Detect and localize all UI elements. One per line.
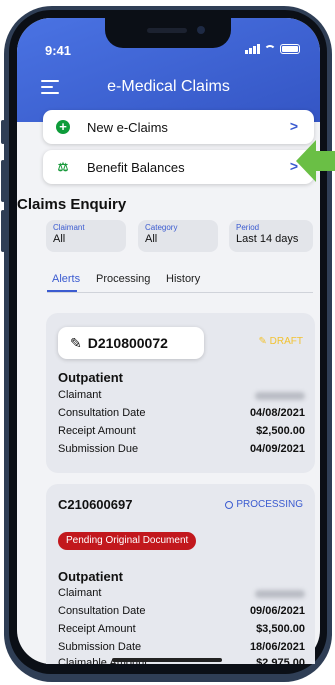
- receipt-amount-row: Receipt Amount $3,500.00: [58, 623, 305, 635]
- claims-enquiry-title: Claims Enquiry: [17, 196, 127, 213]
- processing-status: PROCESSING: [225, 499, 303, 510]
- status-time: 9:41: [45, 43, 72, 58]
- signal-icon: [245, 44, 260, 54]
- claim-id: C210600697: [58, 497, 133, 512]
- receipt-amount-row: Receipt Amount $2,500.00: [58, 425, 305, 437]
- phone-notch: [105, 18, 231, 48]
- enquiry-tabs: Alerts Processing History: [47, 272, 313, 293]
- claim-type: Outpatient: [58, 370, 123, 385]
- claimant-row: Claimant: [58, 389, 305, 401]
- page-title: e-Medical Claims: [107, 78, 230, 95]
- tab-alerts[interactable]: Alerts: [52, 273, 80, 285]
- volume-up-button: [1, 160, 5, 202]
- claim-id: D210800072: [87, 335, 168, 351]
- claimant-filter-label: Claimant: [53, 223, 85, 232]
- claim-type: Outpatient: [58, 569, 123, 584]
- period-filter-value: Last 14 days: [236, 233, 299, 245]
- category-filter[interactable]: Category All: [138, 220, 218, 252]
- plus-icon: +: [56, 120, 70, 134]
- row-value: $2,500.00: [256, 425, 305, 437]
- claim-card-processing[interactable]: C210600697 PROCESSING Pending Original D…: [46, 484, 315, 664]
- status-icons: [245, 44, 300, 54]
- draft-status-label: DRAFT: [269, 336, 303, 347]
- pencil-icon: ✎: [70, 334, 82, 351]
- row-label: Consultation Date: [58, 407, 146, 419]
- row-label: Submission Due: [58, 443, 139, 455]
- active-tab-indicator: [47, 290, 77, 292]
- period-filter[interactable]: Period Last 14 days: [229, 220, 313, 252]
- claim-card-draft[interactable]: ✎ D210800072 ✎ DRAFT Outpatient Claimant…: [46, 313, 315, 473]
- row-value: 09/06/2021: [249, 605, 305, 617]
- battery-icon: [280, 44, 300, 54]
- row-label: Consultation Date: [58, 605, 146, 617]
- processing-status-label: PROCESSING: [236, 499, 303, 510]
- new-eclaims-button[interactable]: + New e-Claims >: [43, 110, 314, 144]
- tab-history[interactable]: History: [166, 273, 200, 285]
- row-value: 04/08/2021: [249, 407, 305, 419]
- row-value: $3,500.00: [256, 623, 305, 635]
- claimant-row: Claimant: [58, 587, 305, 599]
- side-button: [1, 120, 5, 144]
- row-label: Claimant: [58, 587, 102, 599]
- consultation-date-row: Consultation Date 09/06/2021: [58, 605, 305, 617]
- tab-processing[interactable]: Processing: [96, 273, 150, 285]
- category-filter-label: Category: [145, 223, 178, 232]
- benefit-balances-button[interactable]: ⚖ Benefit Balances >: [43, 150, 314, 184]
- chevron-right-icon: >: [289, 118, 298, 134]
- row-value: 18/06/2021: [249, 641, 305, 653]
- row-label: Submission Date: [58, 641, 142, 653]
- submission-date-row: Submission Date 18/06/2021: [58, 641, 305, 653]
- row-label: Receipt Amount: [58, 623, 136, 635]
- category-filter-value: All: [145, 233, 158, 245]
- pencil-icon: ✎: [258, 336, 270, 347]
- pointer-arrow-icon: [296, 140, 335, 182]
- consultation-date-row: Consultation Date 04/08/2021: [58, 407, 305, 419]
- draft-status: ✎ DRAFT: [258, 336, 303, 347]
- claimant-name-redacted: [255, 392, 305, 400]
- row-label: Receipt Amount: [58, 425, 136, 437]
- benefit-balances-label: Benefit Balances: [87, 159, 185, 175]
- wifi-icon: [264, 44, 276, 54]
- row-label: Claimant: [58, 389, 102, 401]
- claimant-name-redacted: [255, 590, 305, 598]
- row-value: 04/09/2021: [249, 443, 305, 455]
- submission-due-row: Submission Due 04/09/2021: [58, 443, 305, 455]
- period-filter-label: Period: [236, 223, 260, 232]
- claimant-filter[interactable]: Claimant All: [46, 220, 126, 252]
- pending-badge: Pending Original Document: [58, 532, 197, 550]
- new-eclaims-label: New e-Claims: [87, 119, 168, 135]
- row-value: $2,975.00: [256, 657, 305, 664]
- clock-icon: [225, 500, 234, 509]
- volume-down-button: [1, 210, 5, 252]
- claim-id-chip[interactable]: ✎ D210800072: [58, 327, 204, 359]
- claimant-filter-value: All: [53, 233, 66, 245]
- scale-icon: ⚖: [57, 160, 69, 174]
- home-indicator[interactable]: [112, 658, 222, 662]
